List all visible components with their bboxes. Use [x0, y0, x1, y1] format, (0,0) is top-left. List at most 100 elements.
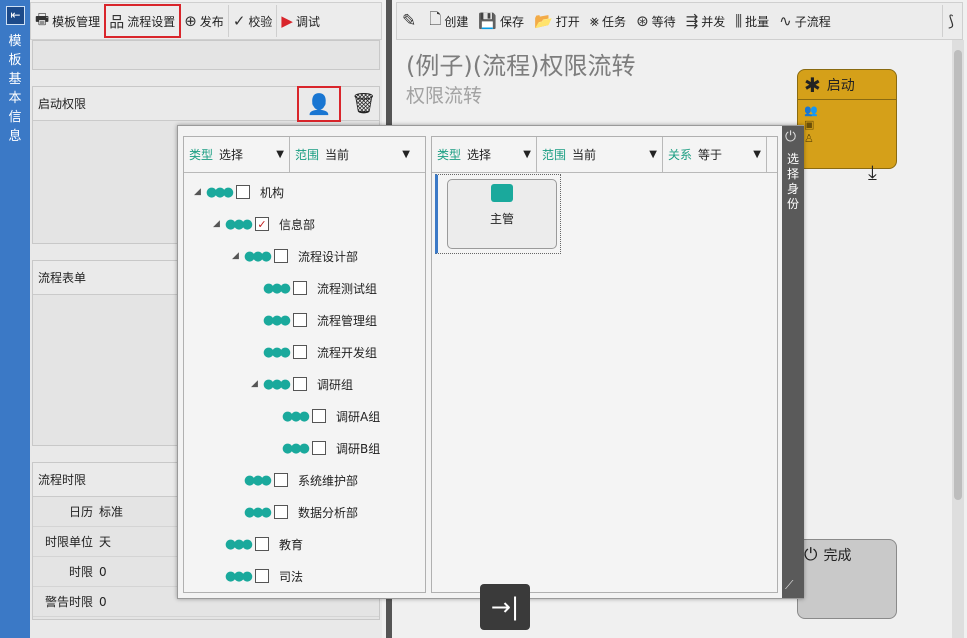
wait-icon: ⊛: [636, 12, 649, 30]
verify-button[interactable]: ✓ 校验: [229, 5, 278, 37]
start-node-label: 启动: [826, 77, 855, 94]
strip-title: 模板基本信息: [8, 34, 22, 144]
download-arrow-icon[interactable]: ⤓: [868, 160, 877, 184]
group-icon: ●●●: [263, 344, 291, 360]
person-icon: ♙: [804, 132, 814, 145]
tree-checkbox[interactable]: [274, 473, 288, 487]
left-toolbar: 🖶 模板管理 品流程设置 ⊕ 发布 ✓ 校验 ▶ 调试: [30, 2, 382, 40]
tree-checkbox[interactable]: [293, 281, 307, 295]
tree-checkbox[interactable]: [255, 569, 269, 583]
role-card-label: 主管: [489, 212, 514, 226]
type-select[interactable]: 类型 选择 ▼: [184, 136, 290, 173]
task-button[interactable]: ⨳ 任务: [585, 5, 631, 37]
tree-node-label: 流程测试组: [317, 281, 378, 296]
tree-node-label: 信息部: [279, 217, 316, 232]
tree-node[interactable]: ●●● 教育: [213, 533, 303, 555]
scrollbar-thumb[interactable]: [954, 50, 962, 500]
user-icon[interactable]: 👤: [297, 86, 341, 122]
exit-icon[interactable]: ⇤: [6, 6, 25, 25]
tree-node[interactable]: ◢ ●●● 流程设计部: [232, 245, 358, 267]
edit-button[interactable]: ✎: [397, 5, 424, 37]
tree-checkbox[interactable]: [274, 249, 288, 263]
tree-checkbox[interactable]: [293, 313, 307, 327]
asterisk-icon: ✱: [804, 72, 821, 97]
resize-icon[interactable]: ⟋: [785, 578, 793, 593]
tree-node-label: 调研A组: [336, 409, 381, 424]
group-icon: ●●●: [225, 536, 253, 552]
selected-identity-pane: 类型 选择 ▼ 范围 当前 ▼ 关系 等于 ▼ 主管: [431, 136, 778, 593]
tree-checkbox[interactable]: ✓: [255, 217, 269, 231]
group-icon: ●●●: [282, 440, 310, 456]
group-icon: ●●●: [206, 184, 234, 200]
zigzag-button[interactable]: ⟆: [942, 5, 962, 37]
left-vertical-strip: ⇤ 模板基本信息: [0, 0, 30, 638]
template-manage-button[interactable]: 🖶 模板管理: [31, 5, 106, 37]
tree-node[interactable]: ●●● 调研A组: [270, 405, 380, 427]
side-title: 选择身份: [786, 152, 799, 211]
fork-button[interactable]: ⇶ 并发: [681, 5, 731, 37]
right-toolbar: ✎ 🗋 创建 💾 保存 📂 打开 ⨳ 任务 ⊛ 等待 ⇶ 并发 ⫼ 批量 ∿ 子流程 ⟆: [396, 2, 963, 40]
expand-triangle-icon[interactable]: ◢: [251, 379, 263, 389]
trash-icon[interactable]: 🗑: [351, 91, 376, 115]
tree-node-label: 系统维护部: [298, 473, 359, 488]
zigzag-icon: ⟆: [948, 12, 954, 30]
relation-select[interactable]: 关系 等于 ▼: [663, 136, 767, 173]
vertical-scrollbar[interactable]: [952, 40, 964, 638]
group-icon: 👥: [804, 104, 818, 117]
create-button[interactable]: 🗋 创建: [424, 5, 473, 37]
tree-node[interactable]: ●●● 司法: [213, 565, 303, 587]
save-button[interactable]: 💾 保存: [473, 5, 529, 37]
group-icon: ●●●: [225, 216, 253, 232]
tree-node[interactable]: ●●● 系统维护部: [232, 469, 358, 491]
tree-node[interactable]: ◢ ●●● 机构: [194, 181, 284, 203]
tree-checkbox[interactable]: [293, 377, 307, 391]
play-icon: ▶: [281, 12, 293, 30]
tree-node[interactable]: ●●● 流程管理组: [251, 309, 377, 331]
tree-node[interactable]: ●●● 流程开发组: [251, 341, 377, 363]
tree-node-label: 教育: [279, 537, 304, 552]
tree-node-label: 流程设计部: [298, 249, 359, 264]
tree-checkbox[interactable]: [312, 441, 326, 455]
tree-checkbox[interactable]: [255, 537, 269, 551]
tree-node[interactable]: ◢ ●●● 调研组: [251, 373, 353, 395]
subflow-button[interactable]: ∿ 子流程: [774, 5, 836, 37]
tree-checkbox[interactable]: [312, 409, 326, 423]
power-icon[interactable]: ⏻: [785, 129, 796, 145]
scope-select[interactable]: 范围 当前 ▼: [290, 137, 415, 173]
debug-button[interactable]: ▶ 调试: [277, 5, 324, 37]
tree-checkbox[interactable]: [274, 505, 288, 519]
check-icon: ✓: [232, 12, 246, 30]
caret-down-icon: ▼: [402, 149, 410, 160]
card-container: 主管: [435, 174, 561, 254]
scope-select[interactable]: 范围 当前 ▼: [537, 136, 663, 173]
type-select[interactable]: 类型 选择 ▼: [432, 136, 537, 173]
tree-node[interactable]: ●●● 流程测试组: [251, 277, 377, 299]
dialog-side-bar: ⏻ 选择身份 ⟋: [782, 126, 804, 598]
page-title: (例子)(流程)权限流转: [406, 52, 636, 80]
page-subtitle: 权限流转: [406, 85, 483, 107]
task-icon: ⨳: [589, 12, 600, 30]
group-icon: ●●●: [263, 280, 291, 296]
group-icon: ●●●: [244, 472, 272, 488]
tree-node[interactable]: ●●● 调研B组: [270, 437, 380, 459]
group-icon: ●●●: [263, 312, 291, 328]
flow-settings-button[interactable]: 品流程设置: [104, 4, 182, 38]
tree-checkbox[interactable]: [236, 185, 250, 199]
expand-triangle-icon[interactable]: ◢: [232, 251, 244, 261]
tree-checkbox[interactable]: [293, 345, 307, 359]
open-button[interactable]: 📂 打开: [529, 5, 585, 37]
confirm-arrow-button[interactable]: →|: [480, 584, 530, 630]
wait-button[interactable]: ⊛ 等待: [631, 5, 681, 37]
identity-selection-dialog: ⏻ 选择身份 ⟋ 类型 选择 ▼ 范围 当前 ▼ ◢ ●●● 机构 ◢ ●●● ✓ 信息部 ◢ ●●● 流…: [177, 125, 804, 599]
batch-button[interactable]: ⫼ 批量: [730, 5, 774, 37]
tree-node[interactable]: ◢ ●●● ✓ 信息部: [213, 213, 315, 235]
start-node[interactable]: ✱ 启动 👥 ▣ ♙: [797, 69, 897, 169]
expand-triangle-icon[interactable]: ◢: [213, 219, 225, 229]
role-card[interactable]: 主管: [447, 179, 557, 249]
tree-node[interactable]: ●●● 数据分析部: [232, 501, 358, 523]
publish-button[interactable]: ⊕ 发布: [180, 5, 229, 37]
end-node-label: 完成: [823, 548, 852, 564]
expand-triangle-icon[interactable]: ◢: [194, 187, 206, 197]
tree-node-label: 数据分析部: [298, 505, 359, 520]
end-node[interactable]: ⏻ 完成: [797, 539, 897, 619]
